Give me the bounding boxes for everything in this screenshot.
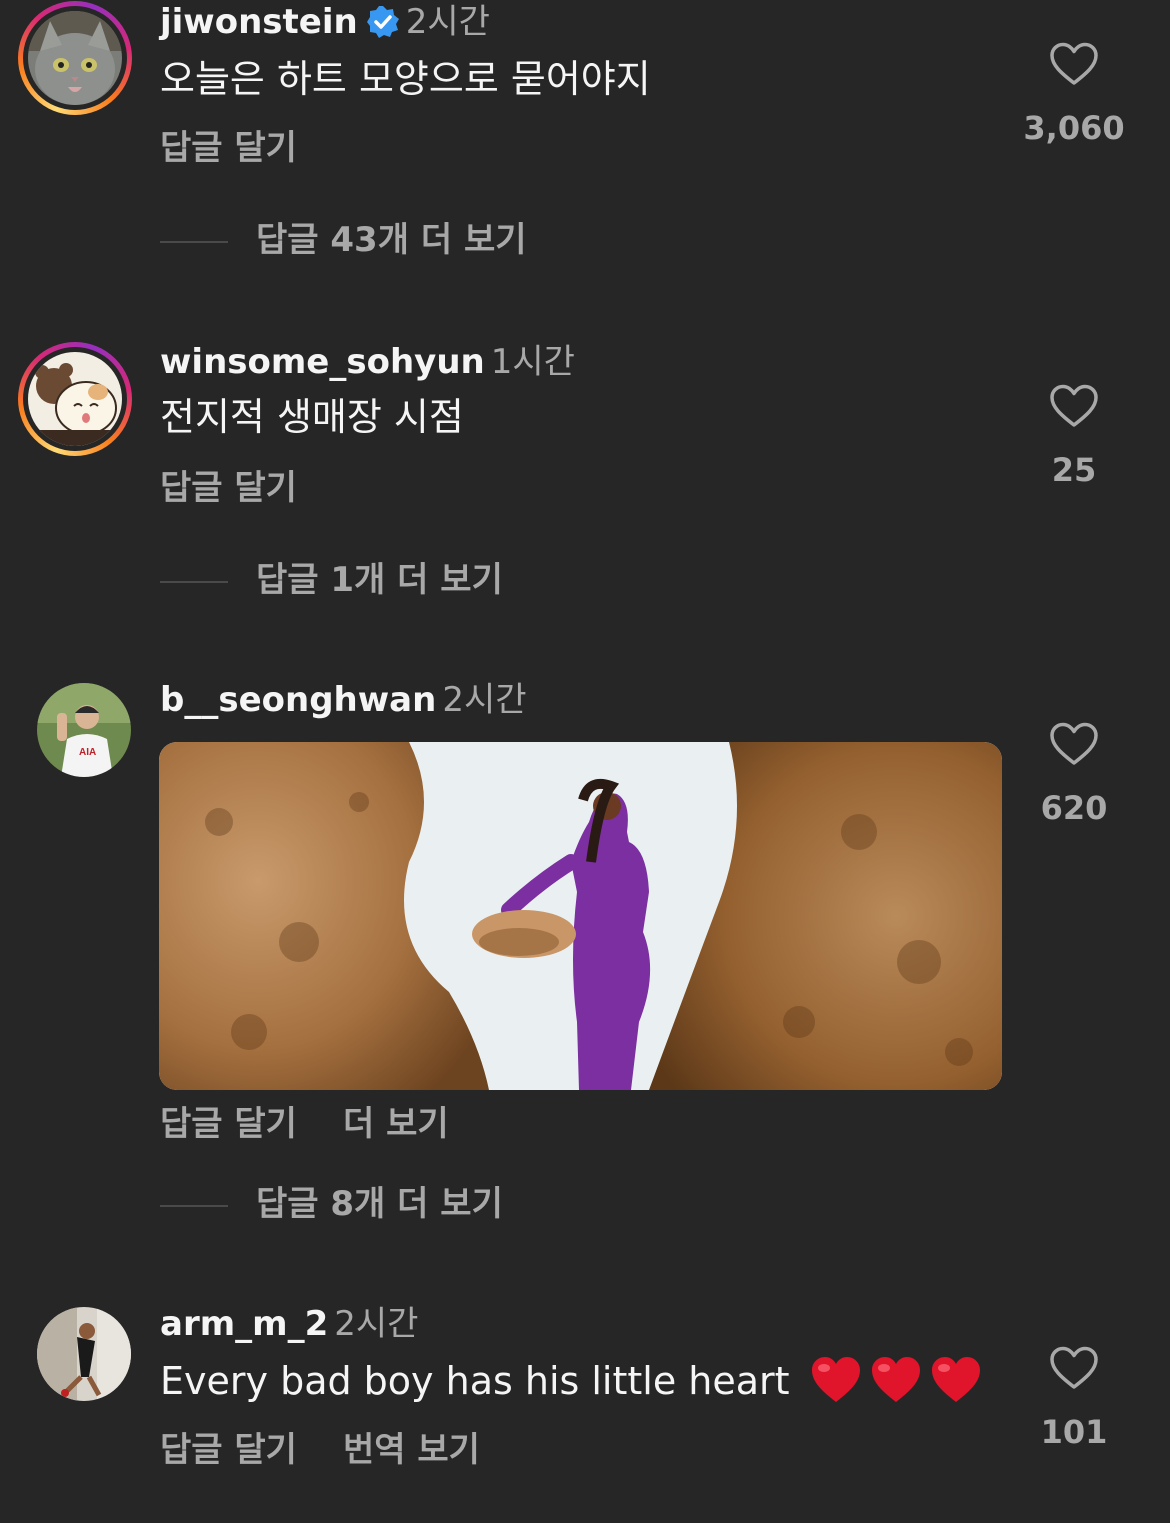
timestamp: 2시간 bbox=[442, 680, 527, 720]
comment-actions: 답글 달기 더 보기 bbox=[160, 1102, 449, 1146]
gif-attachment[interactable] bbox=[159, 742, 1002, 1090]
heart-emoji-icon bbox=[930, 1356, 982, 1404]
see-more-button[interactable]: 더 보기 bbox=[343, 1104, 449, 1144]
reply-button[interactable]: 답글 달기 bbox=[160, 1430, 297, 1470]
avatar bbox=[28, 11, 122, 105]
username[interactable]: winsome_sohyun bbox=[160, 342, 485, 382]
comment-header: b__seonghwan 2시간 bbox=[160, 678, 527, 722]
divider-line bbox=[160, 240, 228, 243]
reply-button[interactable]: 답글 달기 bbox=[160, 128, 297, 168]
translate-button[interactable]: 번역 보기 bbox=[343, 1430, 480, 1470]
username[interactable]: b__seonghwan bbox=[160, 680, 436, 720]
username[interactable]: jiwonstein bbox=[160, 2, 358, 42]
like-count: 620 bbox=[1040, 789, 1108, 827]
view-replies[interactable]: 답글 1개 더 보기 bbox=[160, 558, 503, 602]
comment-header: jiwonstein 2시간 bbox=[160, 0, 490, 44]
view-replies[interactable]: 답글 43개 더 보기 bbox=[160, 218, 527, 262]
avatar[interactable] bbox=[37, 1307, 131, 1401]
heart-outline-icon[interactable] bbox=[1049, 1346, 1099, 1390]
svg-text:AIA: AIA bbox=[79, 747, 96, 758]
divider-line bbox=[160, 1204, 228, 1207]
like-control: 3,060 bbox=[1014, 42, 1134, 148]
view-replies-label[interactable]: 답글 1개 더 보기 bbox=[256, 560, 503, 600]
reply-button[interactable]: 답글 달기 bbox=[160, 1104, 297, 1144]
comment-actions: 답글 달기 번역 보기 bbox=[160, 1428, 480, 1472]
heart-emoji-icon bbox=[810, 1356, 862, 1404]
like-control: 101 bbox=[1014, 1346, 1134, 1452]
comment-text: 오늘은 하트 모양으로 묻어야지 bbox=[160, 57, 651, 101]
heart-outline-icon[interactable] bbox=[1049, 384, 1099, 428]
divider-line bbox=[160, 580, 228, 583]
heart-outline-icon[interactable] bbox=[1049, 722, 1099, 766]
comment-header: winsome_sohyun 1시간 bbox=[160, 340, 575, 384]
avatar[interactable]: AIA bbox=[37, 683, 131, 777]
avatar bbox=[28, 352, 122, 446]
timestamp: 2시간 bbox=[334, 1304, 419, 1344]
view-replies-label[interactable]: 답글 8개 더 보기 bbox=[256, 1184, 503, 1224]
like-control: 620 bbox=[1014, 722, 1134, 828]
comment-actions: 답글 달기 bbox=[160, 126, 297, 170]
heart-emoji-icon bbox=[870, 1356, 922, 1404]
timestamp: 2시간 bbox=[405, 2, 490, 42]
comment-actions: 답글 달기 bbox=[160, 466, 297, 510]
like-count: 101 bbox=[1040, 1413, 1108, 1451]
heart-outline-icon[interactable] bbox=[1049, 42, 1099, 86]
timestamp: 1시간 bbox=[490, 342, 575, 382]
like-count: 25 bbox=[1051, 451, 1097, 489]
reply-button[interactable]: 답글 달기 bbox=[160, 468, 297, 508]
comment-text: Every bad boy has his little heart bbox=[160, 1356, 982, 1406]
comment-header: arm_m_2 2시간 bbox=[160, 1302, 418, 1346]
avatar-story-ring[interactable] bbox=[18, 1, 132, 115]
verified-badge-icon bbox=[366, 5, 400, 39]
like-control: 25 bbox=[1014, 384, 1134, 490]
comment-text-content: Every bad boy has his little heart bbox=[160, 1359, 790, 1403]
view-replies[interactable]: 답글 8개 더 보기 bbox=[160, 1182, 503, 1226]
view-replies-label[interactable]: 답글 43개 더 보기 bbox=[256, 220, 527, 260]
comment-text: 전지적 생매장 시점 bbox=[160, 395, 464, 439]
username[interactable]: arm_m_2 bbox=[160, 1304, 328, 1344]
avatar-story-ring[interactable] bbox=[18, 342, 132, 456]
like-count: 3,060 bbox=[1023, 109, 1125, 147]
